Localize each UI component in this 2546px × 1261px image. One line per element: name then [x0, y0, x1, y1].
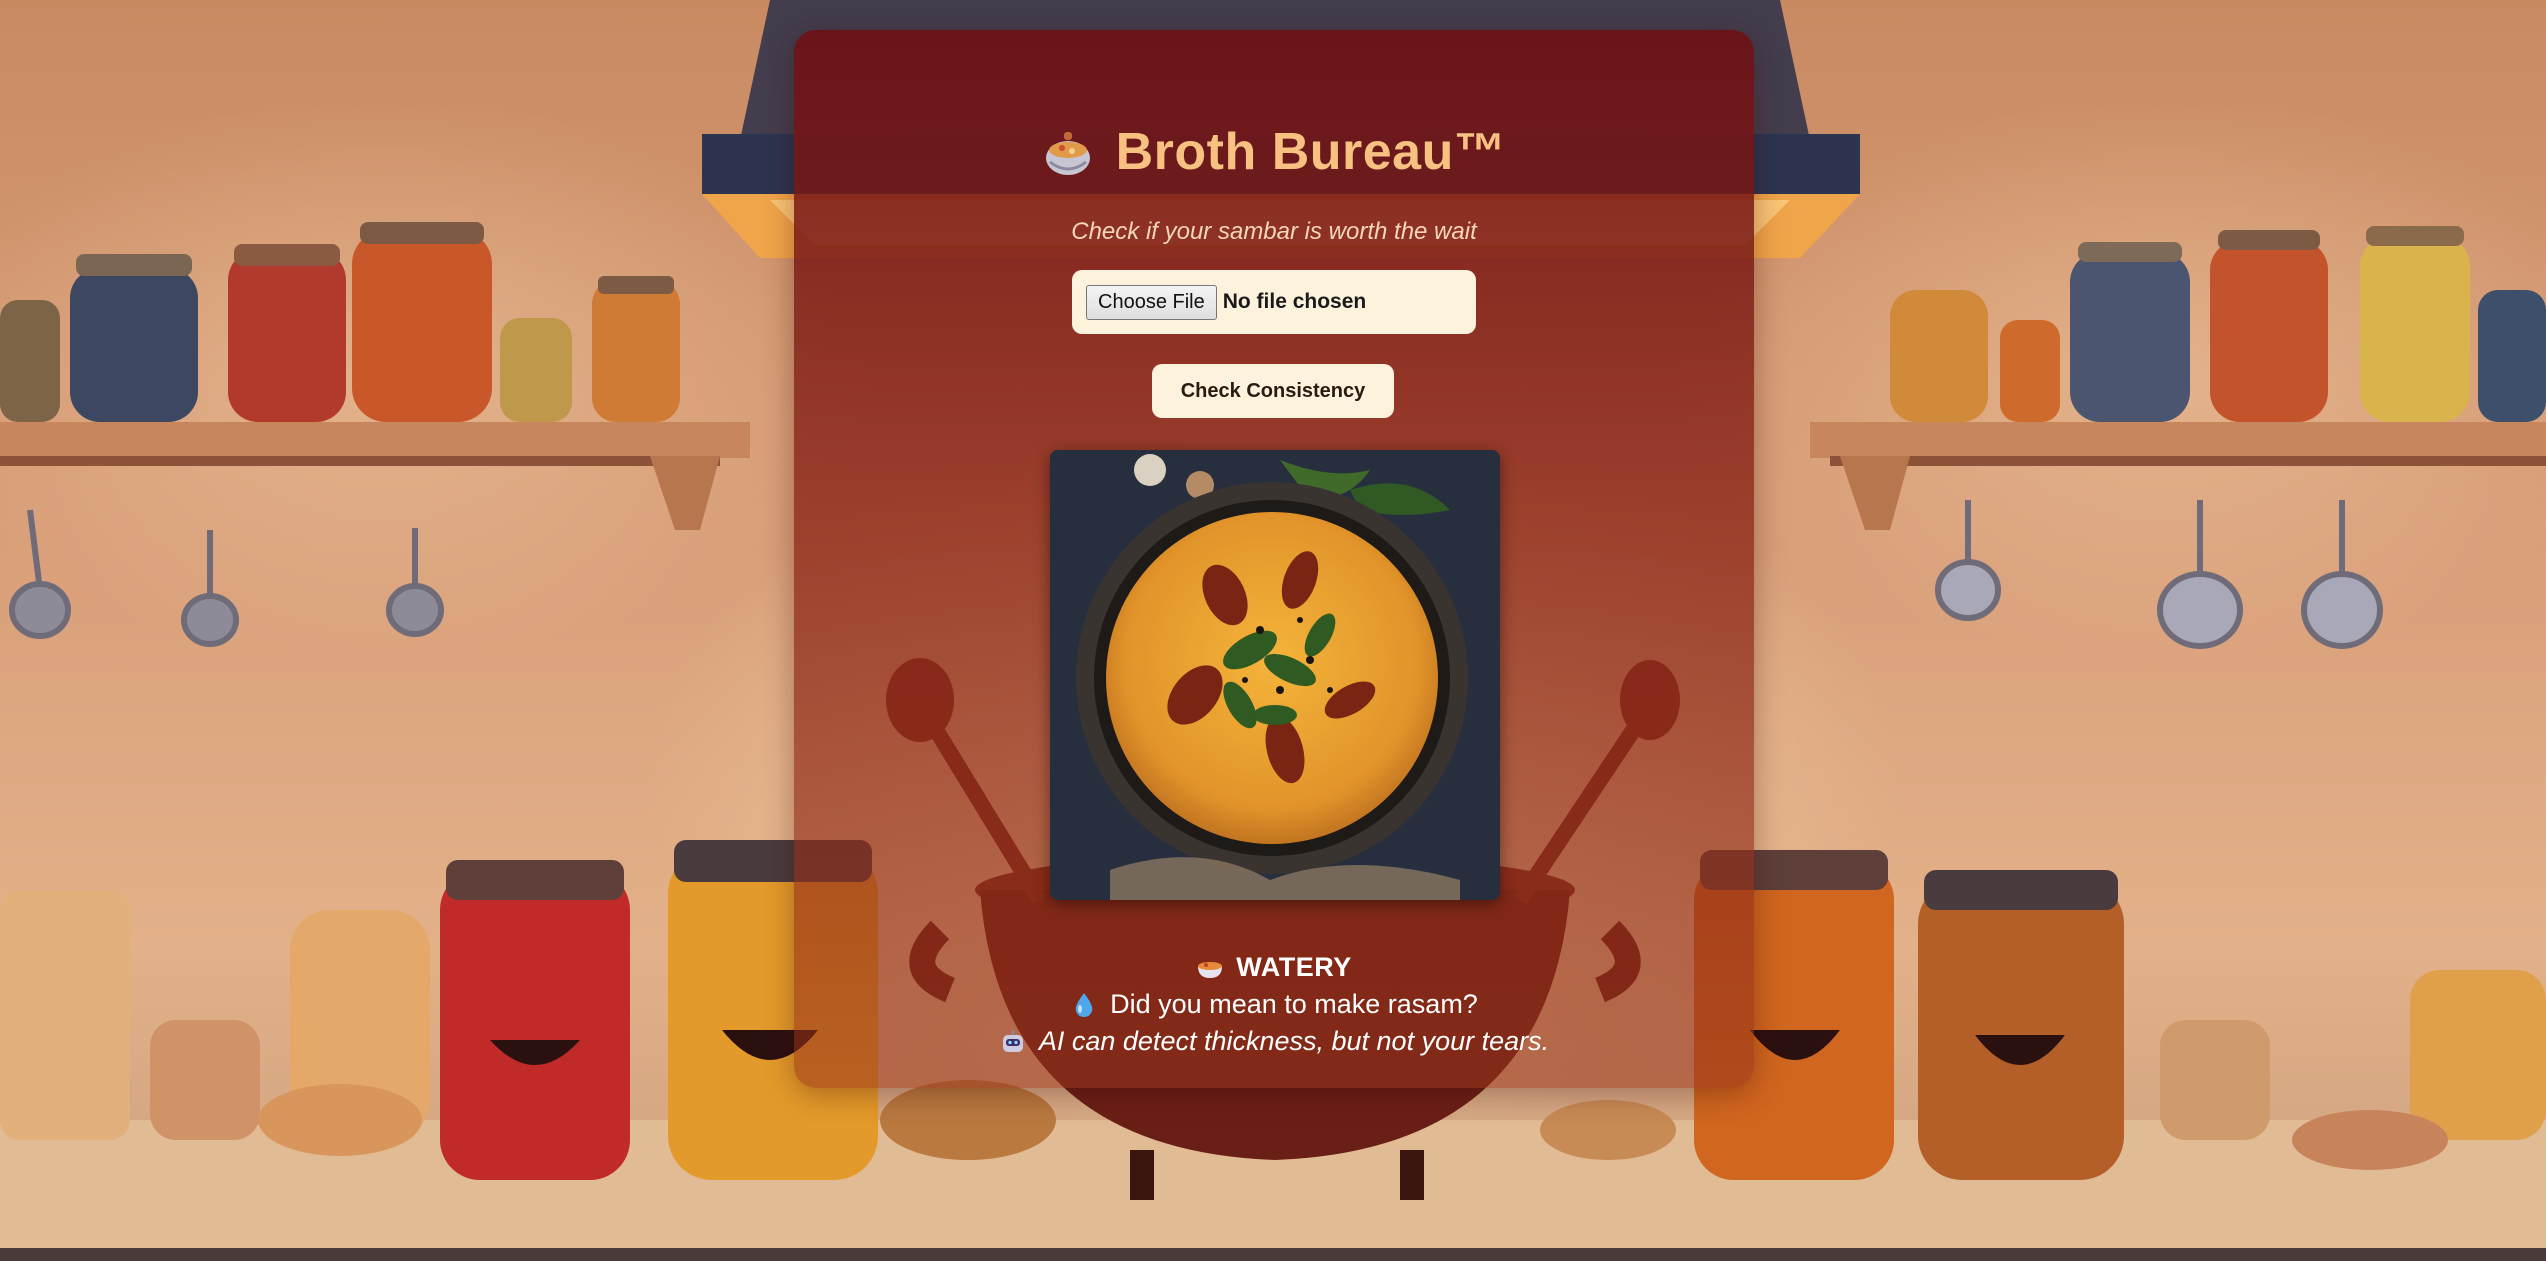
result-note: AI can detect thickness, but not your te… — [1038, 1026, 1550, 1056]
header: Broth Bureau™ — [794, 122, 1754, 182]
pot-of-food-icon — [1042, 126, 1094, 178]
file-upload-field[interactable]: Choose File No file chosen — [1072, 270, 1476, 334]
check-consistency-button[interactable]: Check Consistency — [1152, 364, 1394, 418]
robot-icon — [999, 1028, 1027, 1056]
result-section: WATERY Did you mean to make rasam? AI ca… — [794, 952, 1754, 1057]
verdict-label: WATERY — [1236, 952, 1352, 982]
choose-file-button[interactable]: Choose File — [1086, 284, 1217, 320]
main-panel: Broth Bureau™ Check if your sambar is wo… — [794, 30, 1754, 1088]
file-status-text: No file chosen — [1222, 290, 1367, 313]
sambar-photo — [1050, 450, 1500, 900]
page-title: Broth Bureau™ — [1115, 123, 1507, 181]
result-message: Did you mean to make rasam? — [1110, 989, 1478, 1019]
page-subtitle: Check if your sambar is worth the wait — [1071, 218, 1477, 245]
soup-bowl-icon — [1196, 954, 1224, 982]
droplet-icon — [1070, 991, 1098, 1019]
